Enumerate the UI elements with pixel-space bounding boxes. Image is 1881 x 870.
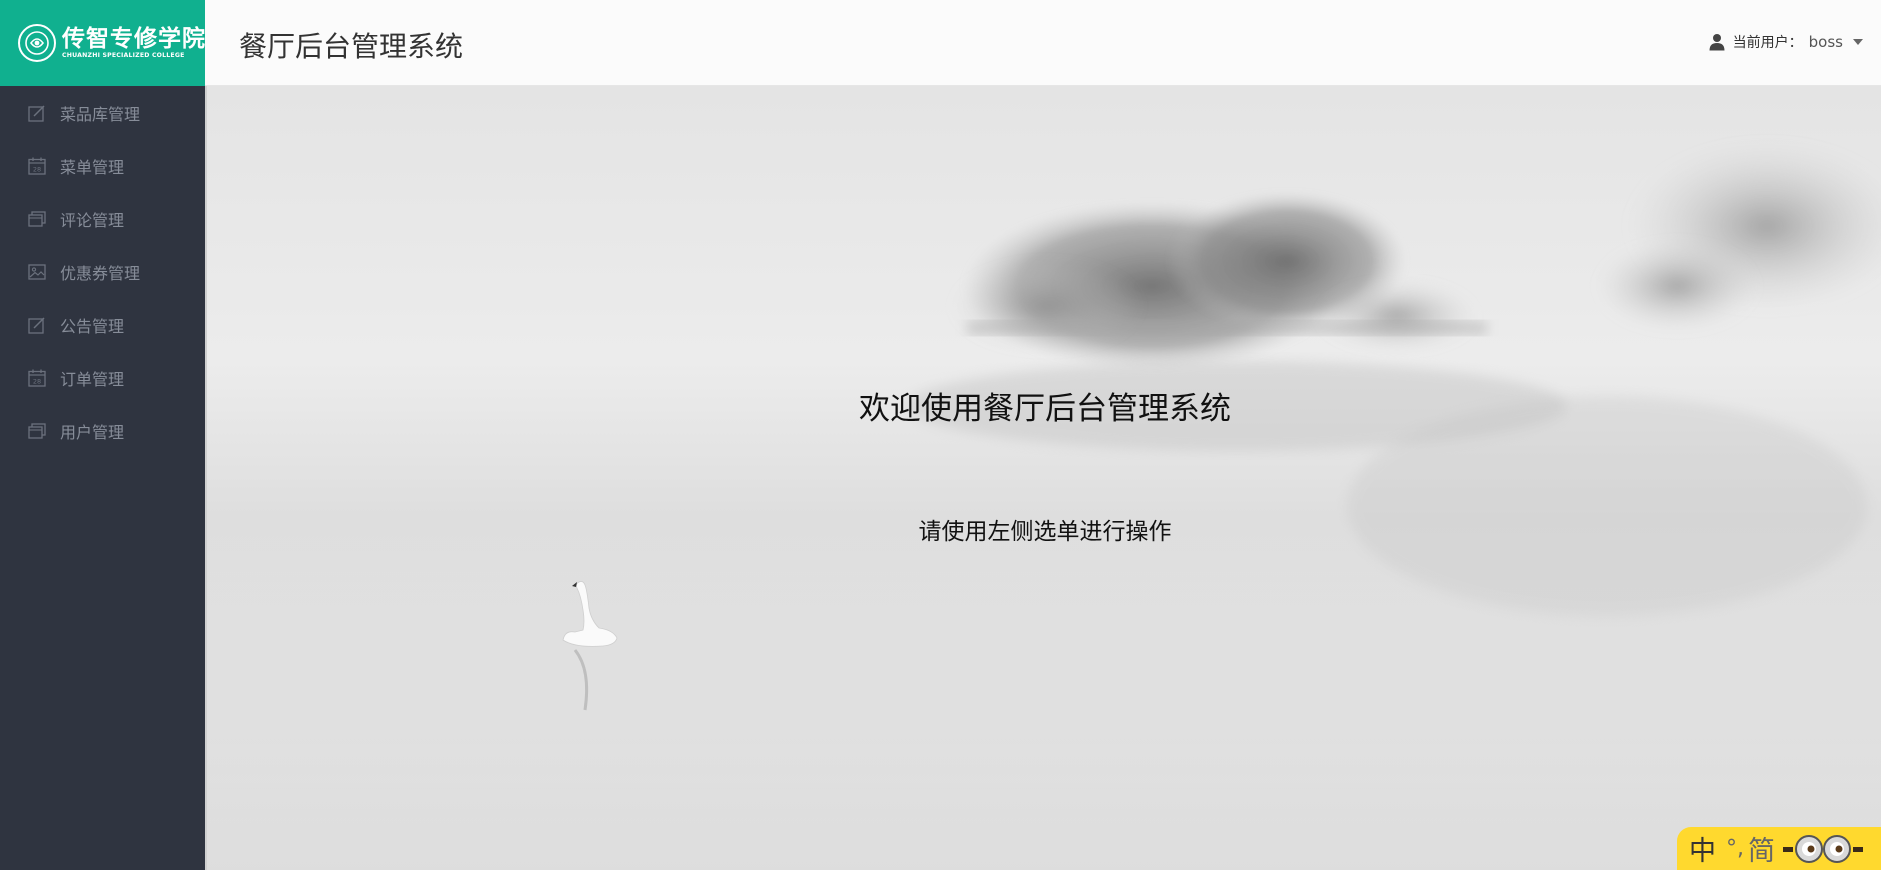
calendar-icon: 28 (27, 368, 47, 388)
logo-english-name: CHUANZHI SPECIALIZED COLLEGE (62, 51, 185, 59)
sidebar-menu: 菜品库管理 28 菜单管理 评论管理 优惠券管理 公告管理 28 订单管理 用户… (0, 86, 205, 457)
svg-text:28: 28 (33, 165, 41, 173)
user-icon (1709, 34, 1725, 51)
page-title: 餐厅后台管理系统 (239, 30, 464, 63)
college-emblem-icon (18, 24, 56, 62)
sidebar-item-users[interactable]: 用户管理 (0, 404, 205, 457)
image-icon (27, 262, 47, 282)
chevron-down-icon (1853, 39, 1863, 45)
sidebar-item-menu[interactable]: 28 菜单管理 (0, 139, 205, 192)
sidebar-item-label: 用户管理 (60, 422, 125, 442)
sidebar-item-label: 评论管理 (60, 210, 125, 230)
svg-text:28: 28 (33, 377, 41, 385)
current-user-label: 当前用户： (1732, 35, 1803, 51)
edit-icon (27, 103, 47, 123)
main-content: 欢迎使用餐厅后台管理系统 请使用左侧选单进行操作 (205, 86, 1881, 870)
sidebar-item-comments[interactable]: 评论管理 (0, 192, 205, 245)
sidebar-item-label: 菜品库管理 (60, 104, 141, 124)
window-icon (27, 209, 47, 229)
sidebar-item-orders[interactable]: 28 订单管理 (0, 351, 205, 404)
ime-script-toggle[interactable]: 简 (1748, 829, 1775, 868)
sidebar-item-announcements[interactable]: 公告管理 (0, 298, 205, 351)
sidebar-item-label: 菜单管理 (60, 157, 125, 177)
misty-lake-background-image (207, 141, 1881, 870)
college-logo[interactable]: 传智专修学院 CHUANZHI SPECIALIZED COLLEGE (0, 0, 205, 86)
sidebar-item-label: 公告管理 (60, 316, 125, 336)
window-icon (27, 421, 47, 441)
sidebar-item-label: 优惠券管理 (60, 263, 141, 283)
ime-mascot-icon (1783, 834, 1863, 863)
calendar-icon: 28 (27, 156, 47, 176)
sidebar-item-dish-library[interactable]: 菜品库管理 (0, 86, 205, 139)
welcome-subtitle: 请使用左侧选单进行操作 (918, 519, 1172, 545)
ime-toolbar[interactable]: 中 °, 简 (1677, 827, 1881, 870)
current-user-name: boss (1808, 33, 1843, 51)
logo-chinese-name: 传智专修学院 (62, 24, 206, 52)
top-header: 餐厅后台管理系统 当前用户： boss (205, 0, 1881, 86)
user-menu-dropdown[interactable]: 当前用户： boss (1709, 32, 1863, 52)
edit-icon (27, 315, 47, 335)
sidebar-item-coupons[interactable]: 优惠券管理 (0, 245, 205, 298)
welcome-heading: 欢迎使用餐厅后台管理系统 (859, 391, 1231, 427)
sidebar-item-label: 订单管理 (60, 369, 125, 389)
ime-mode-toggle[interactable]: 中 (1689, 829, 1716, 868)
sidebar: 传智专修学院 CHUANZHI SPECIALIZED COLLEGE 菜品库管… (0, 0, 205, 870)
ime-punctuation-toggle[interactable]: °, (1726, 836, 1744, 861)
